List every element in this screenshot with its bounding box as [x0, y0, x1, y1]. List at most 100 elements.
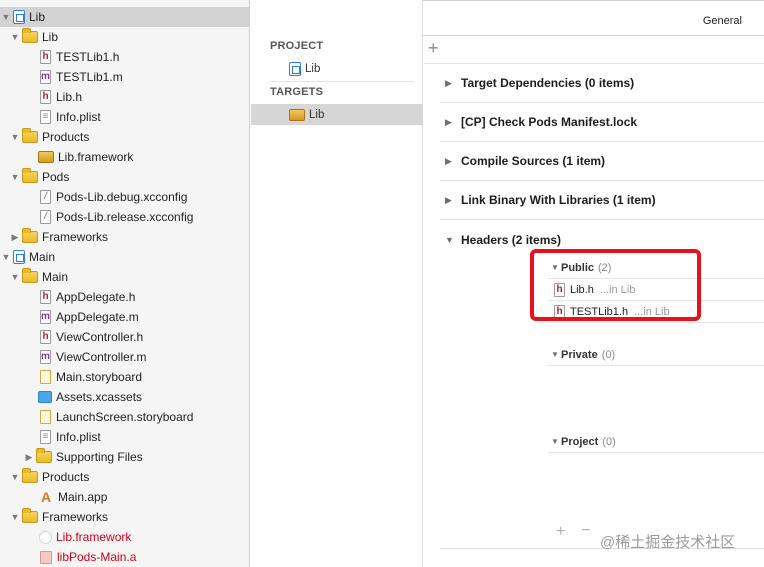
storyboard-file-icon — [40, 410, 51, 424]
disclosure-expanded-icon[interactable]: ▼ — [10, 472, 20, 482]
disclosure-expanded-icon[interactable]: ▼ — [548, 263, 561, 272]
header-file-icon: h — [554, 282, 565, 297]
nav-row-testlib1-m[interactable]: m TESTLib1.m — [0, 67, 249, 87]
nav-row-label: Main — [42, 270, 69, 284]
nav-row-label: Info.plist — [56, 110, 101, 124]
disclosure-collapsed-icon[interactable]: ▶ — [440, 195, 461, 206]
headers-private-section[interactable]: ▼ Private (0) — [548, 344, 764, 366]
project-icon — [13, 250, 25, 264]
disclosure-collapsed-icon[interactable]: ▶ — [440, 156, 461, 167]
phase-check-pods-manifest[interactable]: ▶ [CP] Check Pods Manifest.lock — [440, 103, 764, 142]
nav-row-assets[interactable]: Assets.xcassets — [0, 387, 249, 407]
nav-row-libpods-main[interactable]: libPods-Main.a — [0, 547, 249, 567]
nav-row-viewcontroller-h[interactable]: h ViewController.h — [0, 327, 249, 347]
nav-row-testlib1-h[interactable]: h TESTLib1.h — [0, 47, 249, 67]
divider — [269, 81, 414, 82]
nav-row-main-project[interactable]: ▼ Main — [0, 247, 249, 267]
nav-row-label: Pods-Lib.debug.xcconfig — [56, 190, 188, 204]
phase-headers[interactable]: ▼ Headers (2 items) — [440, 220, 764, 259]
nav-row-label: AppDelegate.m — [56, 310, 139, 324]
nav-row-label: ViewController.m — [56, 350, 147, 364]
public-title: Public — [561, 261, 595, 274]
folder-icon — [22, 508, 38, 523]
nav-row-pods-group[interactable]: ▼ Pods — [0, 167, 249, 187]
disclosure-collapsed-icon[interactable]: ▶ — [10, 232, 20, 243]
watermark-text: @稀土掘金技术社区 — [600, 534, 736, 551]
nav-row-lib-group[interactable]: ▼ Lib — [0, 27, 249, 47]
phase-compile-sources[interactable]: ▶ Compile Sources (1 item) — [440, 142, 764, 181]
disclosure-expanded-icon[interactable]: ▼ — [1, 12, 11, 22]
nav-row-label: Products — [42, 130, 90, 144]
nav-row-appdelegate-m[interactable]: m AppDelegate.m — [0, 307, 249, 327]
disclosure-expanded-icon[interactable]: ▼ — [548, 350, 561, 359]
disclosure-expanded-icon[interactable]: ▼ — [10, 132, 20, 142]
disclosure-expanded-icon[interactable]: ▼ — [548, 437, 561, 446]
disclosure-collapsed-icon[interactable]: ▶ — [440, 117, 461, 128]
xcconfig-file-icon: / — [40, 210, 51, 224]
disclosure-expanded-icon[interactable]: ▼ — [10, 512, 20, 522]
disclosure-expanded-icon[interactable]: ▼ — [1, 252, 11, 262]
project-item-lib[interactable]: Lib — [251, 58, 422, 79]
remove-header-button[interactable]: − — [581, 522, 590, 540]
header-file-icon: h — [40, 50, 51, 64]
phase-label: Compile Sources (1 item) — [461, 154, 606, 168]
nav-row-main-storyboard[interactable]: Main.storyboard — [0, 367, 249, 387]
public-header-row-lib-h[interactable]: h Lib.h ...in Lib — [548, 279, 764, 301]
nav-row-frameworks-group[interactable]: ▶ Frameworks — [0, 227, 249, 247]
project-icon — [13, 10, 25, 24]
nav-row-main-app[interactable]: A Main.app — [0, 487, 249, 507]
disclosure-expanded-icon[interactable]: ▼ — [10, 272, 20, 282]
nav-row-pods-lib-debug[interactable]: / Pods-Lib.debug.xcconfig — [0, 187, 249, 207]
nav-row-supporting-files[interactable]: ▶ Supporting Files — [0, 447, 249, 467]
nav-row-label: Supporting Files — [56, 450, 143, 464]
phase-label: Target Dependencies (0 items) — [461, 76, 635, 90]
nav-row-products-group[interactable]: ▼ Products — [0, 127, 249, 147]
headers-project-section[interactable]: ▼ Project (0) — [548, 431, 764, 453]
plist-file-icon: ≡ — [40, 110, 51, 124]
folder-icon — [22, 268, 38, 283]
nav-row-label: Main.app — [58, 490, 108, 504]
assets-icon — [38, 391, 52, 403]
nav-row-label: ViewController.h — [56, 330, 144, 344]
disclosure-expanded-icon[interactable]: ▼ — [10, 172, 20, 182]
nav-row-lib-framework[interactable]: Lib.framework — [0, 147, 249, 167]
project-count: (0) — [602, 435, 616, 448]
nav-row-missing-lib-framework[interactable]: Lib.framework — [0, 527, 249, 547]
headers-public-section[interactable]: ▼ Public (2) — [548, 257, 764, 279]
folder-icon — [22, 128, 38, 143]
disclosure-collapsed-icon[interactable]: ▶ — [24, 452, 34, 463]
disclosure-expanded-icon[interactable]: ▼ — [440, 235, 461, 245]
phase-target-dependencies[interactable]: ▶ Target Dependencies (0 items) — [440, 64, 764, 103]
nav-row-label: Frameworks — [42, 510, 109, 524]
nav-row-label: LaunchScreen.storyboard — [56, 410, 194, 424]
nav-row-lib-h[interactable]: h Lib.h — [0, 87, 249, 107]
nav-row-viewcontroller-m[interactable]: m ViewController.m — [0, 347, 249, 367]
disclosure-expanded-icon[interactable]: ▼ — [10, 32, 20, 42]
nav-row-info-plist[interactable]: ≡ Info.plist — [0, 107, 249, 127]
project-navigator: ▼ Lib ▼ Lib h TESTLib1.h m TESTLib1.m h … — [0, 0, 250, 567]
tab-general[interactable]: General — [703, 15, 742, 27]
folder-icon — [36, 448, 52, 463]
add-header-button[interactable]: + — [556, 523, 565, 541]
nav-row-label: Main — [29, 250, 56, 264]
disclosure-collapsed-icon[interactable]: ▶ — [440, 78, 461, 89]
phase-label: Headers (2 items) — [461, 232, 562, 247]
nav-row-label: Lib — [29, 10, 46, 24]
nav-row-label: TESTLib1.h — [56, 50, 120, 64]
add-build-phase-button[interactable]: + — [428, 39, 439, 57]
nav-row-pods-lib-release[interactable]: / Pods-Lib.release.xcconfig — [0, 207, 249, 227]
targets-section-header: TARGETS — [270, 86, 324, 98]
phase-link-binary[interactable]: ▶ Link Binary With Libraries (1 item) — [440, 181, 764, 220]
nav-row-main-info-plist[interactable]: ≡ Info.plist — [0, 427, 249, 447]
public-header-row-testlib1-h[interactable]: h TESTLib1.h ...in Lib — [548, 301, 764, 323]
nav-row-appdelegate-h[interactable]: h AppDelegate.h — [0, 287, 249, 307]
target-item-lib[interactable]: Lib — [251, 104, 422, 125]
nav-row-launchscreen[interactable]: LaunchScreen.storyboard — [0, 407, 249, 427]
nav-row-main-frameworks[interactable]: ▼ Frameworks — [0, 507, 249, 527]
nav-row-main-products[interactable]: ▼ Products — [0, 467, 249, 487]
project-title: Project — [561, 435, 599, 448]
nav-row-lib-project[interactable]: ▼ Lib — [0, 7, 249, 27]
plist-file-icon: ≡ — [40, 430, 51, 444]
nav-row-main-group[interactable]: ▼ Main — [0, 267, 249, 287]
folder-icon — [22, 168, 38, 183]
